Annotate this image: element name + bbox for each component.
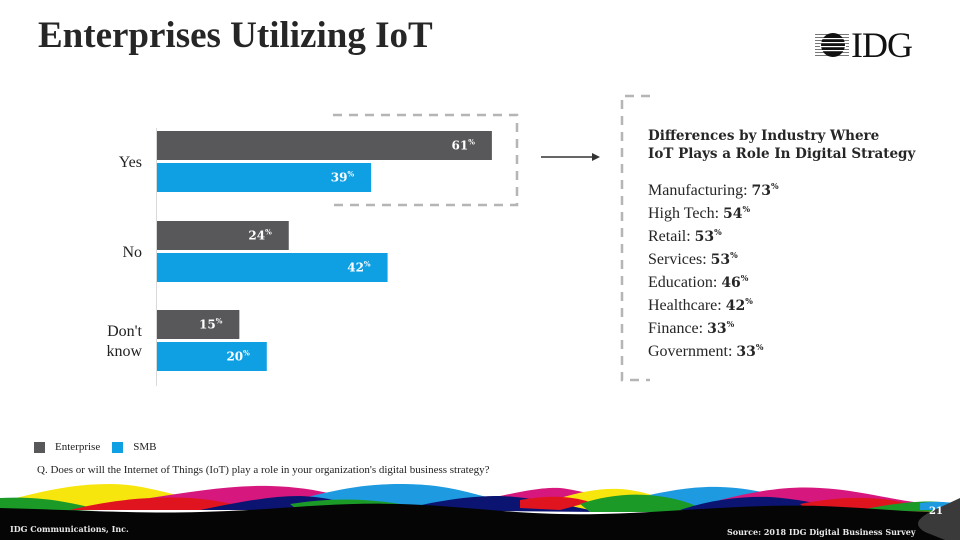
category-label: No [122, 244, 142, 261]
industry-value: 53% [694, 227, 722, 245]
legend-swatch-smb [112, 441, 124, 453]
percent-sign: % [730, 250, 738, 260]
industry-label: Education: [648, 274, 718, 291]
industry-panel: Differences by Industry Where IoT Plays … [648, 127, 948, 360]
industry-label: Healthcare: [648, 297, 722, 314]
industry-item: Government: 33% [648, 336, 948, 360]
industry-item: Healthcare: 42% [648, 290, 948, 314]
industry-label: Retail: [648, 228, 691, 245]
percent-sign: % [714, 227, 722, 237]
panel-title: Differences by Industry Where IoT Plays … [648, 127, 948, 163]
category-label: Don't [107, 323, 142, 340]
percent-sign: % [755, 342, 764, 352]
industry-value: 33% [736, 342, 764, 360]
industry-item: Retail: 53% [648, 221, 948, 245]
legend-item-enterprise: Enterprise [34, 441, 100, 453]
industry-value: 46% [721, 273, 749, 291]
industry-item: Services: 53% [648, 244, 948, 268]
industry-label: Services: [648, 251, 707, 268]
percent-sign: % [740, 273, 749, 283]
category-label: know [106, 343, 142, 360]
legend-label-enterprise: Enterprise [55, 441, 101, 453]
legend-item-smb: SMB [112, 441, 156, 453]
industry-item: Education: 46% [648, 267, 948, 291]
industry-value: 42% [725, 296, 753, 314]
industry-value: 33% [707, 319, 735, 337]
panel-title-line-2: IoT Plays a Role In Digital Strategy [648, 146, 916, 162]
industry-list: Manufacturing: 73% High Tech: 54% Retail: 53%… [648, 175, 948, 360]
percent-sign: % [742, 204, 751, 214]
footer-source: Source: 2018 IDG Digital Business Survey [727, 527, 916, 537]
percent-sign: % [745, 296, 753, 306]
percent-sign: % [726, 319, 735, 329]
industry-item: Manufacturing: 73% [648, 175, 948, 199]
legend-swatch-enterprise [34, 441, 45, 453]
industry-item: High Tech: 54% [648, 198, 948, 222]
industry-value: 73% [751, 181, 779, 199]
category-label: Yes [119, 154, 142, 171]
panel-dashed-bracket [620, 94, 650, 382]
industry-label: High Tech: [648, 205, 720, 222]
industry-value: 54% [723, 204, 751, 222]
industry-label: Government: [648, 343, 733, 360]
percent-sign: % [771, 181, 779, 191]
industry-label: Finance: [648, 320, 704, 337]
bar-enterprise-yes [157, 131, 492, 160]
footer-company: IDG Communications, Inc. [10, 524, 129, 534]
legend-label-smb: SMB [133, 441, 157, 453]
chart-legend: Enterprise SMB [34, 441, 168, 453]
bar-smb-dontknow [157, 342, 267, 371]
industry-label: Manufacturing: [648, 182, 748, 199]
page-number: 21 [929, 506, 943, 517]
panel-title-line-1: Differences by Industry Where [648, 128, 880, 144]
industry-item: Finance: 33% [648, 313, 948, 337]
arrow-head-icon [592, 153, 600, 161]
industry-value: 53% [710, 250, 738, 268]
